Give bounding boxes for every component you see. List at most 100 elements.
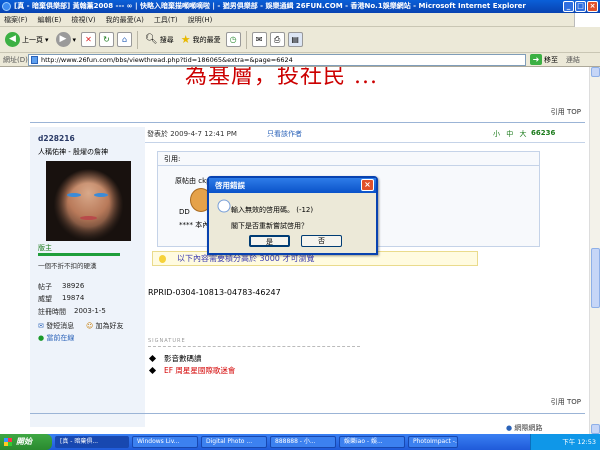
scroll-up-button[interactable] [591, 67, 600, 77]
taskbar-item[interactable]: Digital Photo ... [201, 436, 267, 448]
dialog-message: 輸入無效的啓用碼。 (-12) [231, 206, 314, 214]
minimize-button[interactable]: _ [563, 1, 574, 12]
menu-tools[interactable]: 工具(T) [154, 15, 178, 25]
divider [30, 413, 585, 414]
toolbar-separator [245, 30, 247, 49]
online-icon: ● [38, 334, 45, 342]
big-heading: 為基層，投社民 ... [185, 67, 378, 89]
mail-icon[interactable]: ✉ [251, 32, 267, 47]
window-title: [真 - 暗棄俱樂部] 黃翰薰2008 --- ∞ | 快略入暗棄描噸噸嘀啦 |… [14, 2, 526, 10]
add-friend-label: 加為好友 [95, 322, 124, 330]
post-time: 發表於 2009-4-7 12:41 PM [147, 130, 237, 138]
avatar-hair [46, 161, 131, 241]
post-id: 66236 [531, 129, 556, 137]
taskbar-item[interactable]: 888888 - 小... [270, 436, 336, 448]
search-icon: 🔍︎ [145, 34, 158, 45]
stat-label-regdate: 註冊時間 [38, 308, 66, 316]
search-button[interactable]: 🔍︎ 搜尋 [143, 30, 176, 50]
username[interactable]: d228216 [38, 134, 75, 143]
menu-bar: 檔案(F) 編輯(E) 檢視(V) 我的最愛(A) 工具(T) 說明(H) [0, 13, 600, 27]
info-icon [217, 199, 231, 213]
add-friend-link[interactable]: ☺ 加為好友 [86, 321, 124, 331]
home-icon[interactable]: ⌂ [117, 32, 133, 47]
scroll-down-button[interactable] [591, 424, 600, 434]
clock[interactable]: 下午 12:53 [562, 438, 596, 446]
user-rank: 版主 [38, 244, 52, 252]
user-title: 人稱佑神 - 殷燿の詹神 [38, 148, 108, 156]
maximize-button[interactable]: □ [575, 1, 586, 12]
dialog-close-button[interactable]: × [361, 179, 374, 191]
refresh-icon[interactable]: ↻ [99, 32, 115, 47]
reply-top-link[interactable]: 引用 TOP [551, 397, 581, 407]
favorites-button[interactable]: ★ 我的最愛 [179, 30, 223, 50]
globe-icon: ● [506, 424, 513, 432]
add-friend-icon: ☺ [86, 322, 94, 330]
font-size-switch[interactable]: 小 中 大 [493, 129, 528, 139]
stat-value-prestige: 19874 [62, 294, 85, 302]
taskbar-item[interactable]: [真 - 暗棄俱... [55, 436, 129, 448]
dialog-titlebar[interactable]: 啓用錯誤 × [209, 178, 376, 193]
windows-logo [574, 13, 600, 27]
avatar [46, 161, 131, 241]
history-icon[interactable]: ◷ [225, 32, 241, 47]
stat-label-prestige: 威望 [38, 295, 52, 303]
go-button[interactable]: ➜ 移至 [530, 54, 558, 65]
system-tray: 下午 12:53 [530, 434, 600, 450]
links-button[interactable]: 連結 [566, 55, 580, 65]
menu-view[interactable]: 檢視(V) [71, 15, 95, 25]
address-label: 網址(D) [3, 55, 28, 64]
signature-text: EF 周星星國際歌迷會 [164, 366, 236, 375]
divider [30, 122, 585, 123]
toolbar-separator [137, 30, 139, 49]
avatar-eye [94, 193, 108, 197]
window-titlebar[interactable]: [真 - 暗棄俱樂部] 黃翰薰2008 --- ∞ | 快略入暗棄描噸噸嘀啦 |… [0, 0, 600, 13]
back-arrow-icon: ◀ [5, 32, 20, 47]
rprid-text: RPRID-0304-10813-04783-46247 [148, 288, 281, 297]
rank-stars [38, 253, 120, 256]
taskbar-item[interactable]: PhotoImpact -... [408, 436, 458, 448]
network-status: ● 網際網路 [506, 423, 542, 433]
notice-text: 以下內容需要積分高於 3000 才可瀏覽 [177, 254, 315, 263]
edit-icon[interactable]: ▤ [287, 32, 303, 47]
menu-help[interactable]: 說明(H) [188, 15, 213, 25]
menu-file[interactable]: 檔案(F) [4, 15, 28, 25]
signature-item[interactable]: EF 周星星國際歌迷會 [148, 365, 236, 376]
send-message-link[interactable]: ✉ 發短消息 [38, 321, 74, 331]
windows-flag-icon [4, 438, 12, 446]
diamond-bullet-icon [148, 366, 157, 375]
vertical-scrollbar[interactable] [589, 67, 600, 434]
online-status: ● 當前在線 [38, 333, 74, 343]
stat-value-regdate: 2003-1-5 [74, 307, 106, 315]
start-button[interactable]: 開始 [0, 434, 52, 450]
taskbar: 開始 [真 - 暗棄俱... Windows Liv... Digital Ph… [0, 434, 600, 450]
taskbar-item[interactable]: Windows Liv... [132, 436, 198, 448]
close-window-button[interactable]: × [587, 1, 598, 12]
forward-button[interactable]: ▶ ▾ [54, 30, 79, 50]
lightbulb-icon [159, 255, 166, 263]
stop-icon[interactable]: ✕ [81, 32, 97, 47]
scroll-thumb[interactable] [591, 248, 600, 308]
error-dialog: 啓用錯誤 × 輸入無效的啓用碼。 (-12) 閣下是否重新嘗試啓用？ 是 否 [207, 176, 378, 255]
start-label: 開始 [16, 437, 32, 446]
quote-divider [158, 165, 539, 166]
send-message-label: 發短消息 [46, 322, 75, 330]
back-button[interactable]: ◀ 上一頁 ▾ [3, 30, 51, 50]
online-label: 當前在線 [46, 334, 75, 342]
ie-icon [2, 2, 11, 11]
no-button[interactable]: 否 [301, 235, 342, 247]
print-icon[interactable]: ⎙ [269, 32, 285, 47]
menu-favorites[interactable]: 我的最愛(A) [106, 15, 144, 25]
go-arrow-icon: ➜ [530, 54, 542, 65]
yes-button[interactable]: 是 [249, 235, 290, 247]
reply-top-link[interactable]: 引用 TOP [551, 107, 581, 117]
author-only-link[interactable]: 只看該作者 [267, 129, 302, 139]
taskbar-item[interactable]: 娛樂iao - 娛... [339, 436, 405, 448]
toolbar: ◀ 上一頁 ▾ ▶ ▾ ✕ ↻ ⌂ 🔍︎ 搜尋 ★ 我的最愛 ◷ ✉ ⎙ ▤ [0, 27, 600, 53]
rank-desc: 一個不折不扣的硬漢 [38, 262, 97, 270]
menu-edit[interactable]: 編輯(E) [38, 15, 62, 25]
signature-item[interactable]: 影音數碼讀 [148, 353, 202, 364]
dialog-question: 閣下是否重新嘗試啓用？ [231, 222, 308, 230]
address-input[interactable]: http://www.26fun.com/bbs/viewthread.php?… [28, 53, 526, 66]
stat-label-posts: 帖子 [38, 283, 52, 291]
forward-arrow-icon: ▶ [55, 32, 71, 47]
